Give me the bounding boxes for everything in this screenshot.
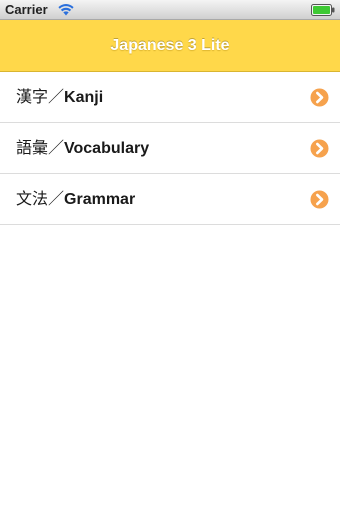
status-bar: Carrier: [0, 0, 340, 20]
page-title: Japanese 3 Lite: [110, 37, 230, 54]
menu-item-label-en: Vocabulary: [64, 140, 150, 157]
chevron-right-icon[interactable]: [310, 139, 329, 158]
menu-item-label: 漢字／Kanji: [16, 72, 103, 123]
menu-item-label: 語彙／Vocabulary: [16, 123, 149, 174]
menu-item-label-jp: 語彙／: [16, 140, 65, 157]
menu-item-label-jp: 漢字／: [16, 89, 65, 106]
chevron-right-icon[interactable]: [310, 190, 329, 209]
menu-item-label-en: Kanji: [64, 89, 104, 106]
menu-list: 漢字／Kanji 語彙／Vocabulary 文法／Grammar: [0, 72, 340, 225]
menu-item-label-jp: 文法／: [16, 191, 65, 208]
wifi-icon: [58, 4, 74, 16]
carrier-label: Carrier: [5, 2, 48, 17]
menu-item-grammar[interactable]: 文法／Grammar: [0, 174, 340, 225]
menu-item-label-en: Grammar: [64, 191, 136, 208]
chevron-right-icon[interactable]: [310, 88, 329, 107]
menu-item-vocabulary[interactable]: 語彙／Vocabulary: [0, 123, 340, 174]
menu-item-kanji[interactable]: 漢字／Kanji: [0, 72, 340, 123]
menu-item-label: 文法／Grammar: [16, 174, 135, 225]
battery-icon: [311, 4, 335, 16]
navigation-bar: Japanese 3 Lite: [0, 20, 340, 72]
